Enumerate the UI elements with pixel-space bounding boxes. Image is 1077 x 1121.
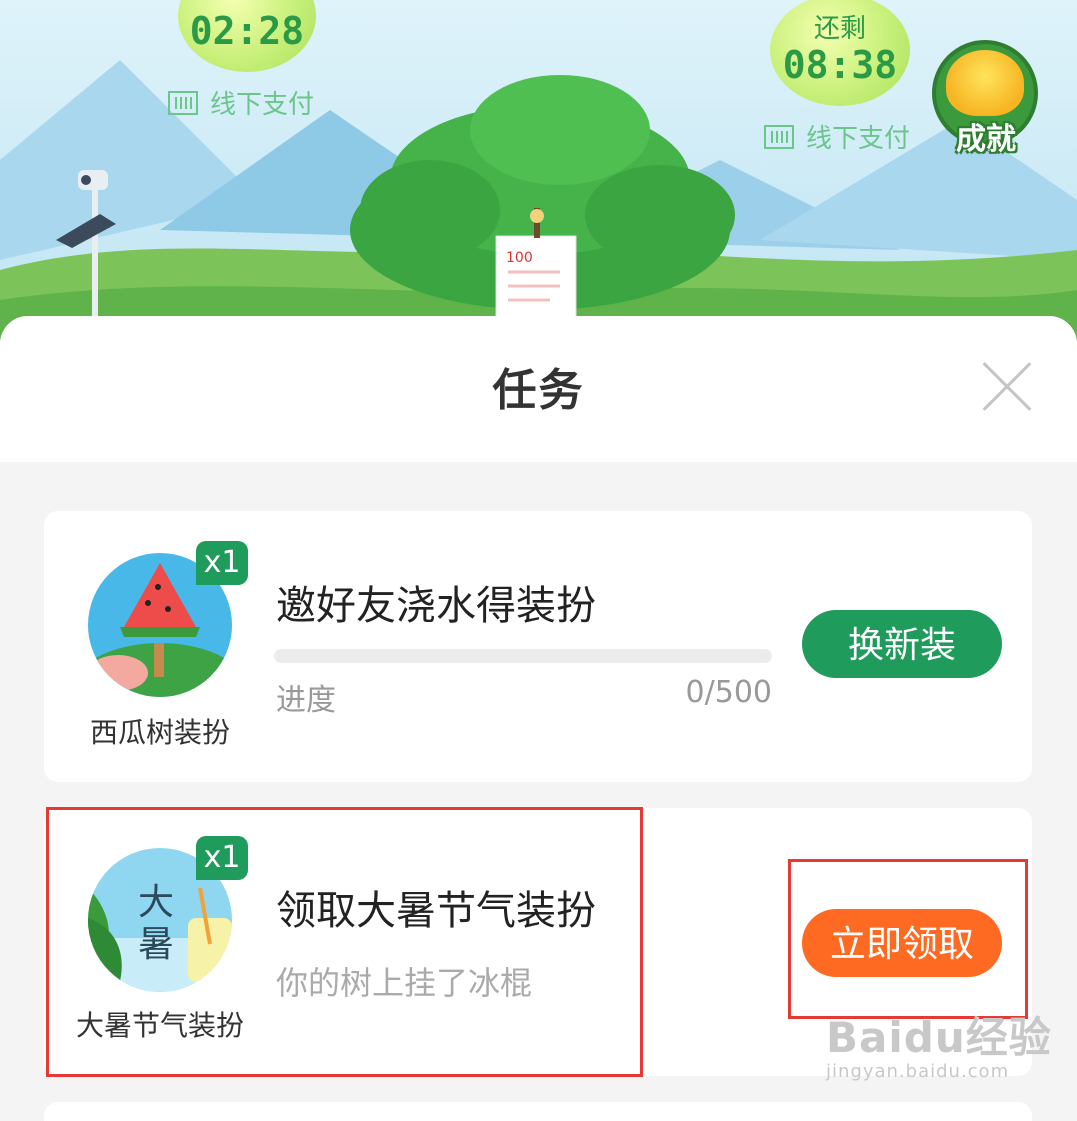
timer-time: 02:28	[189, 9, 305, 53]
progress-label: 进度	[276, 683, 336, 718]
highlight-box-button	[788, 859, 1028, 1019]
prize-name: 西瓜树装扮	[89, 716, 230, 749]
offline-pay-link-right[interactable]: 线下支付	[764, 118, 910, 155]
notice-score: 100	[506, 250, 533, 266]
progress-bar	[274, 649, 772, 663]
offline-pay-label: 线下支付	[806, 124, 911, 154]
garden-scene: 100 02:28 线下支付 还剩 08:38 线下支付 成就	[0, 0, 1077, 340]
timer-remaining-label: 还剩	[813, 14, 866, 44]
close-icon[interactable]	[980, 360, 1034, 414]
task-card-next	[44, 1102, 1032, 1121]
barcode-icon	[168, 90, 198, 115]
trophy-icon	[946, 50, 1024, 116]
achievement-label: 成就	[956, 122, 1016, 157]
sheet-header: 任务	[0, 316, 1077, 462]
sheet-title: 任务	[492, 365, 585, 416]
change-outfit-button[interactable]: 换新装	[802, 610, 1002, 678]
barcode-icon	[764, 124, 794, 149]
task-card-invite: x1 西瓜树装扮 邀好友浇水得装扮 进度 0/500 换新装	[44, 511, 1032, 782]
timer-time: 08:38	[782, 43, 898, 87]
baidu-jingyan-watermark: Baidu经验 jingyan.baidu.com	[826, 1004, 1052, 1082]
highlight-box-task	[46, 807, 643, 1077]
offline-pay-link-left[interactable]: 线下支付	[168, 84, 314, 121]
watermark-logo: Baidu经验	[826, 1013, 1052, 1062]
progress-value: 0/500	[685, 675, 772, 710]
offline-pay-label: 线下支付	[210, 90, 315, 120]
landscape-illustration: 100	[0, 60, 1077, 340]
task-title: 邀好友浇水得装扮	[276, 583, 596, 629]
quantity-badge: x1	[196, 541, 248, 585]
achievement-button[interactable]: 成就	[932, 40, 1038, 157]
